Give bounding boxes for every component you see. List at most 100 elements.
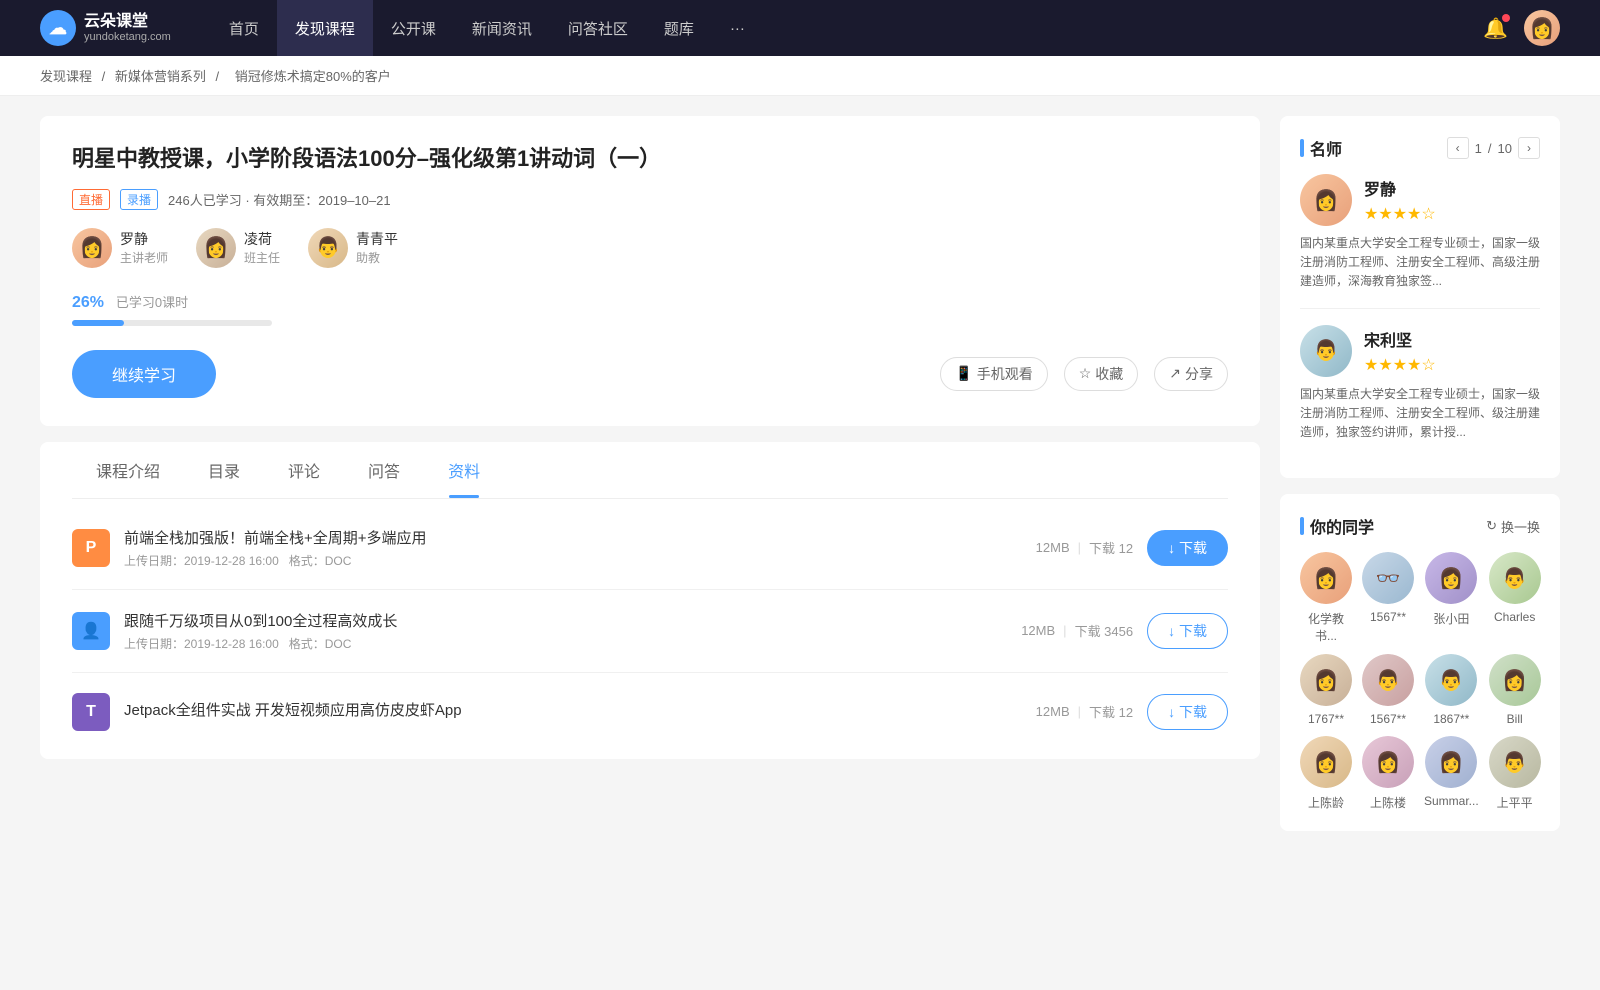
page-nav: ‹ 1 / 10 › — [1447, 137, 1540, 159]
nav-open[interactable]: 公开课 — [373, 0, 454, 56]
teacher-3-avatar: 👨 — [308, 228, 348, 268]
sidebar-teacher-1-stars: ★★★★☆ — [1364, 204, 1436, 224]
refresh-button[interactable]: ↻ 换一换 — [1486, 517, 1540, 536]
classmates-card: 你的同学 ↻ 换一换 👩 化学教书... 👓 — [1280, 494, 1560, 831]
sidebar-teacher-1-name: 罗静 — [1364, 176, 1436, 200]
progress-bar — [72, 320, 272, 326]
nav-news[interactable]: 新闻资讯 — [454, 0, 550, 56]
teacher-3: 👨 青青平 助教 — [308, 228, 398, 268]
nav-home[interactable]: 首页 — [211, 0, 277, 56]
bell-dot — [1502, 14, 1510, 22]
tab-intro[interactable]: 课程介绍 — [72, 442, 184, 498]
classmate-10-avatar: 👩 — [1362, 736, 1414, 788]
breadcrumb-item-3: 销冠修炼术搞定80%的客户 — [235, 69, 391, 84]
mobile-icon: 📱 — [955, 365, 972, 382]
logo-icon: ☁ — [40, 10, 76, 46]
file-name-3: Jetpack全组件实战 开发短视频应用高仿皮皮虾App — [124, 699, 1022, 720]
sidebar-teacher-1-desc: 国内某重点大学安全工程专业硕士，国家一级注册消防工程师、注册安全工程师、高级注册… — [1300, 234, 1540, 292]
classmate-12-avatar: 👨 — [1489, 736, 1541, 788]
file-stats-3: 12MB | 下载 12 — [1036, 702, 1133, 721]
breadcrumb: 发现课程 / 新媒体营销系列 / 销冠修炼术搞定80%的客户 — [0, 56, 1600, 96]
file-stats-1: 12MB | 下载 12 — [1036, 538, 1133, 557]
divider — [1300, 308, 1540, 309]
progress-fill — [72, 320, 124, 326]
sidebar-teacher-1-avatar: 👩 — [1300, 174, 1352, 226]
nav-more[interactable]: ··· — [712, 0, 763, 56]
classmate-3-avatar: 👩 — [1425, 552, 1477, 604]
tab-catalog[interactable]: 目录 — [184, 442, 264, 498]
nav-discover[interactable]: 发现课程 — [277, 0, 373, 56]
teacher-2-avatar: 👩 — [196, 228, 236, 268]
teacher-1-name: 罗静 — [120, 229, 168, 249]
avatar-image: 👩 — [1524, 10, 1560, 46]
classmate-8[interactable]: 👩 Bill — [1489, 654, 1541, 726]
classmate-8-name: Bill — [1507, 712, 1523, 726]
classmate-12-name: 上平平 — [1497, 794, 1533, 811]
classmate-9[interactable]: 👩 上陈龄 — [1300, 736, 1352, 811]
teacher-3-name: 青青平 — [356, 229, 398, 249]
classmate-4[interactable]: 👨 Charles — [1489, 552, 1541, 644]
classmates-title: 你的同学 — [1300, 514, 1374, 538]
file-icon-2: 👤 — [72, 612, 110, 650]
collect-button[interactable]: ☆ 收藏 — [1064, 357, 1139, 391]
classmate-3[interactable]: 👩 张小田 — [1424, 552, 1479, 644]
classmate-7[interactable]: 👨 1867** — [1424, 654, 1479, 726]
file-info-3: Jetpack全组件实战 开发短视频应用高仿皮皮虾App — [124, 699, 1022, 724]
file-info-2: 跟随千万级项目从0到100全过程高效成长 上传日期：2019-12-28 16:… — [124, 610, 1007, 652]
classmate-11[interactable]: 👩 Summar... — [1424, 736, 1479, 811]
page-prev-button[interactable]: ‹ — [1447, 137, 1469, 159]
classmate-11-avatar: 👩 — [1425, 736, 1477, 788]
file-icon-3: T — [72, 693, 110, 731]
classmate-6[interactable]: 👨 1567** — [1362, 654, 1414, 726]
teacher-1-role: 主讲老师 — [120, 249, 168, 266]
tab-review[interactable]: 评论 — [264, 442, 344, 498]
teacher-2-role: 班主任 — [244, 249, 280, 266]
nav-quiz[interactable]: 题库 — [646, 0, 712, 56]
page-next-button[interactable]: › — [1518, 137, 1540, 159]
mobile-view-button[interactable]: 📱 手机观看 — [940, 357, 1047, 391]
tag-live: 直播 — [72, 189, 110, 210]
classmate-5[interactable]: 👩 1767** — [1300, 654, 1352, 726]
navbar: ☁ 云朵课堂 yundoketang.com 首页 发现课程 公开课 新闻资讯 … — [0, 0, 1600, 56]
nav-right: 🔔 👩 — [1483, 10, 1560, 46]
file-item: 👤 跟随千万级项目从0到100全过程高效成长 上传日期：2019-12-28 1… — [72, 590, 1228, 673]
classmate-12[interactable]: 👨 上平平 — [1489, 736, 1541, 811]
course-meta-text: 246人已学习 · 有效期至：2019–10–21 — [168, 190, 391, 209]
classmates-grid: 👩 化学教书... 👓 1567** 👩 张小田 — [1300, 552, 1540, 811]
download-button-1[interactable]: ↓ 下载 — [1147, 530, 1228, 566]
sidebar: 名师 ‹ 1 / 10 › 👩 罗静 ★★★★☆ — [1280, 116, 1560, 847]
download-button-2[interactable]: ↓ 下载 — [1147, 613, 1228, 649]
file-list: P 前端全栈加强版！前端全栈+全周期+多端应用 上传日期：2019-12-28 … — [72, 499, 1228, 759]
nav-qa[interactable]: 问答社区 — [550, 0, 646, 56]
share-button[interactable]: ↗ 分享 — [1154, 357, 1228, 391]
user-avatar[interactable]: 👩 — [1524, 10, 1560, 46]
breadcrumb-item-1[interactable]: 发现课程 — [40, 69, 92, 84]
continue-learning-button[interactable]: 继续学习 — [72, 350, 216, 398]
breadcrumb-item-2[interactable]: 新媒体营销系列 — [115, 69, 206, 84]
teacher-1-avatar: 👩 — [72, 228, 112, 268]
teachers-row: 👩 罗静 主讲老师 👩 凌荷 班主任 — [72, 228, 1228, 268]
nav-items: 首页 发现课程 公开课 新闻资讯 问答社区 题库 ··· — [211, 0, 1483, 56]
progress-section: 26% 已学习0课时 — [72, 292, 1228, 326]
classmate-10[interactable]: 👩 上陈楼 — [1362, 736, 1414, 811]
tab-resources[interactable]: 资料 — [424, 442, 504, 498]
sidebar-teacher-2-desc: 国内某重点大学安全工程专业硕士，国家一级注册消防工程师、注册安全工程师、级注册建… — [1300, 385, 1540, 443]
classmate-10-name: 上陈楼 — [1370, 794, 1406, 811]
classmate-11-name: Summar... — [1424, 794, 1479, 808]
tab-qa[interactable]: 问答 — [344, 442, 424, 498]
classmates-header: 你的同学 ↻ 换一换 — [1300, 514, 1540, 538]
classmate-2[interactable]: 👓 1567** — [1362, 552, 1414, 644]
bell-icon[interactable]: 🔔 — [1483, 16, 1508, 41]
action-links: 📱 手机观看 ☆ 收藏 ↗ 分享 — [940, 357, 1228, 391]
page-total: 10 — [1498, 141, 1512, 156]
classmate-4-name: Charles — [1494, 610, 1535, 624]
classmate-9-name: 上陈龄 — [1308, 794, 1344, 811]
tabs: 课程介绍 目录 评论 问答 资料 — [72, 442, 1228, 499]
file-item: P 前端全栈加强版！前端全栈+全周期+多端应用 上传日期：2019-12-28 … — [72, 507, 1228, 590]
share-icon: ↗ — [1169, 365, 1181, 382]
sidebar-teacher-2-stars: ★★★★☆ — [1364, 355, 1436, 375]
logo[interactable]: ☁ 云朵课堂 yundoketang.com — [40, 10, 171, 46]
download-button-3[interactable]: ↓ 下载 — [1147, 694, 1228, 730]
classmate-2-name: 1567** — [1370, 610, 1406, 624]
classmate-1[interactable]: 👩 化学教书... — [1300, 552, 1352, 644]
